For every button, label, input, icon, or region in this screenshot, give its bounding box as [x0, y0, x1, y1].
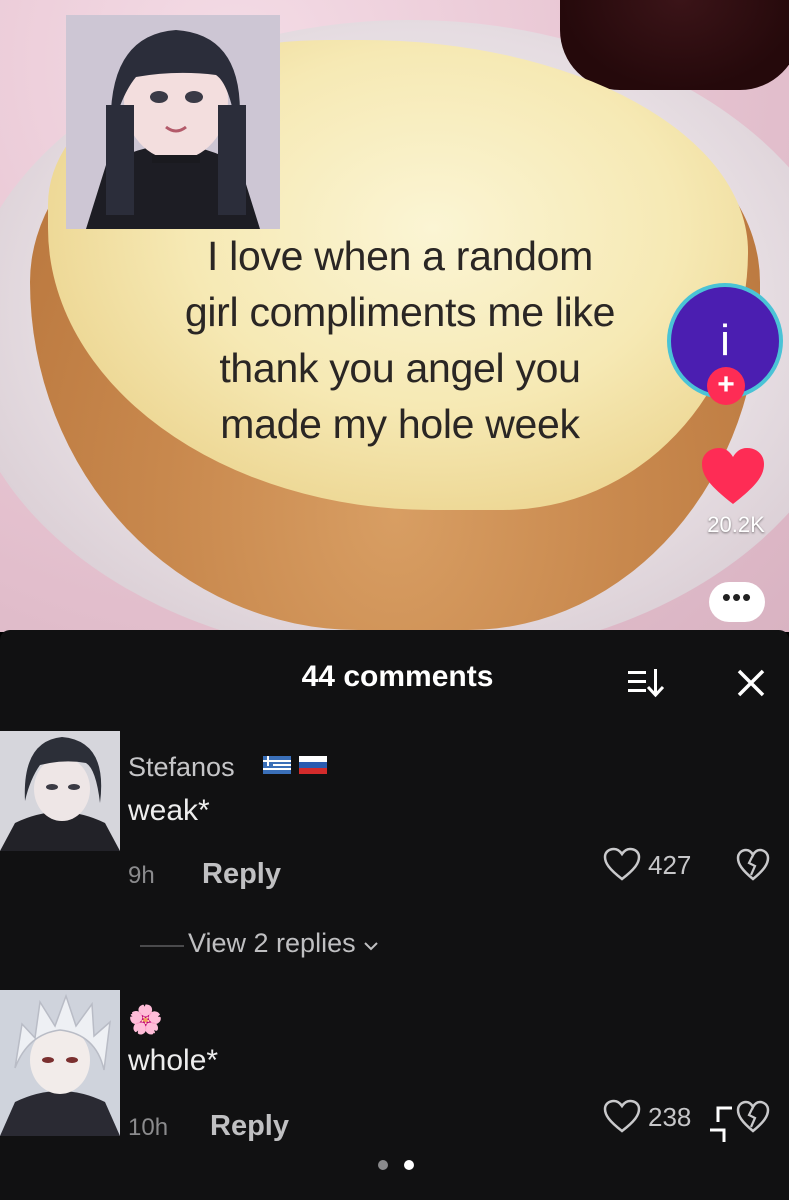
commenter-avatar[interactable] [0, 731, 120, 851]
broken-heart-icon[interactable] [736, 848, 770, 882]
reply-button[interactable]: Reply [210, 1110, 289, 1143]
comment-like-count: 427 [648, 850, 692, 880]
caption-line: thank you angel you [219, 345, 581, 391]
commenter-avatar[interactable] [0, 990, 120, 1136]
caption-line: girl compliments me like [184, 289, 616, 335]
caption-line: I love when a random [206, 233, 593, 279]
comment-text: weak* [128, 794, 210, 827]
caption-line: made my hole week [220, 401, 580, 447]
like-count: 20.2K [707, 512, 765, 537]
view-replies-label: View 2 replies [188, 928, 356, 958]
reply-button[interactable]: Reply [202, 858, 281, 891]
cup-background [560, 0, 789, 90]
follow-button[interactable]: + [707, 367, 745, 405]
comment-text: whole* [128, 1044, 219, 1077]
heart-icon[interactable] [602, 846, 642, 882]
page-indicator-dot-active [404, 1160, 414, 1170]
view-replies-button[interactable]: View 2 replies [188, 928, 379, 959]
crop-icon [710, 1106, 732, 1142]
comment-time: 10h [128, 1114, 169, 1141]
comment-like-count: 238 [648, 1102, 692, 1132]
comments-title: 44 comments [301, 660, 494, 693]
video-frame[interactable]: I love when a random girl compliments me… [0, 0, 789, 632]
close-icon[interactable] [734, 666, 768, 700]
plus-icon: + [717, 368, 735, 401]
comment-author[interactable]: 🌸 [128, 1003, 163, 1036]
heart-icon[interactable] [602, 1098, 642, 1134]
greece-flag [263, 756, 291, 774]
more-button[interactable]: ••• [709, 582, 765, 622]
heart-icon [702, 448, 764, 504]
overlay-profile-picture [66, 15, 280, 229]
like-button[interactable] [700, 446, 766, 506]
broken-heart-icon[interactable] [736, 1100, 770, 1134]
sort-icon[interactable] [624, 664, 668, 700]
replies-divider [140, 945, 184, 947]
more-icon: ••• [721, 582, 753, 612]
video-caption: I love when a random girl compliments me… [120, 228, 680, 452]
russia-flag [299, 756, 327, 774]
page-indicator-dot [378, 1160, 388, 1170]
chevron-down-icon [364, 942, 378, 951]
comment-time: 9h [128, 862, 155, 889]
comment-author[interactable]: Stefanos [128, 752, 235, 783]
